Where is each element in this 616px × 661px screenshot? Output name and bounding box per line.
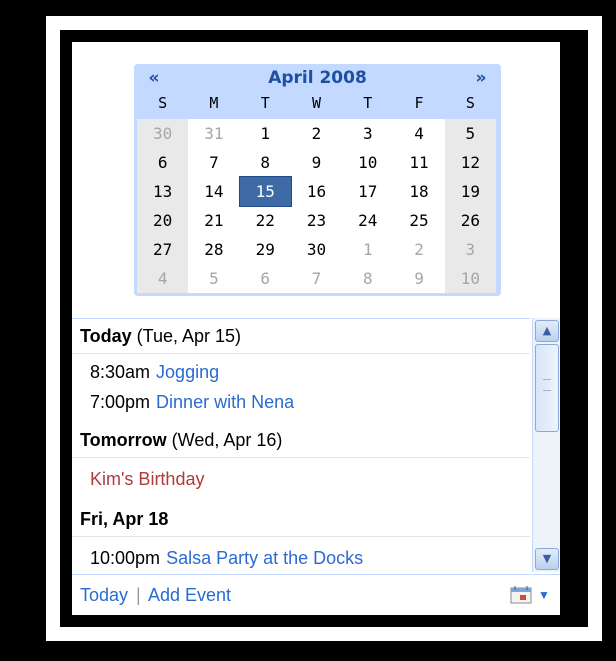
calendar-day[interactable]: 20	[137, 206, 189, 235]
days-of-week-row: SMTWTFS	[137, 94, 496, 116]
calendar-day[interactable]: 7	[188, 148, 239, 177]
calendar-day[interactable]: 31	[188, 119, 239, 148]
day-of-week-label: F	[414, 94, 424, 112]
today-date: (Tue, Apr 15)	[131, 326, 242, 346]
agenda-event[interactable]: Kim's Birthday	[72, 464, 530, 494]
gadget-footer: Today | Add Event ▼	[72, 574, 560, 615]
calendar-day[interactable]: 2	[291, 119, 342, 148]
event-title-link[interactable]: Dinner with Nena	[156, 392, 294, 412]
calendar-day[interactable]: 5	[188, 264, 239, 293]
add-event-link[interactable]: Add Event	[148, 585, 231, 606]
chevron-down-icon: ▼	[542, 552, 552, 565]
calendar-day[interactable]: 13	[137, 177, 189, 206]
calendar-day[interactable]: 6	[240, 264, 291, 293]
agenda-event[interactable]: 10:00pm Salsa Party at the Docks	[72, 543, 530, 573]
link-separator: |	[136, 585, 141, 605]
tomorrow-heading: Tomorrow	[80, 430, 167, 450]
fri-heading: Fri, Apr 18	[80, 509, 169, 529]
day-of-week-label: M	[209, 94, 219, 112]
agenda-event[interactable]: 8:30am Jogging	[72, 357, 530, 387]
calendar-day[interactable]: 30	[137, 119, 189, 148]
calendar-day[interactable]: 1	[240, 119, 291, 148]
month-title: April 2008	[268, 68, 367, 88]
calendar-header: « April 2008 »	[134, 64, 501, 92]
calendar-grid: 30 31 1 2 3 4 5 6 7 8 9 10 11 12 13 14 15 16 17 18 19 20 21 22 2…	[137, 119, 496, 293]
grip-icon	[543, 379, 551, 391]
calendar-icon[interactable]	[510, 586, 534, 604]
calendar-day-today[interactable]: 15	[238, 176, 292, 207]
calendar-day[interactable]: 29	[240, 235, 291, 264]
calendar-day[interactable]: 9	[291, 148, 342, 177]
event-time: 7:00pm	[90, 392, 151, 412]
today-link[interactable]: Today	[80, 585, 128, 606]
day-of-week-label: T	[260, 94, 270, 112]
agenda-day-header-today: Today (Tue, Apr 15)	[72, 319, 530, 354]
calendar-day[interactable]: 30	[291, 235, 342, 264]
calendar-day[interactable]: 6	[137, 148, 189, 177]
birthday-event-link[interactable]: Kim's Birthday	[90, 469, 204, 489]
calendar-day[interactable]: 1	[342, 235, 393, 264]
day-of-week-label: W	[311, 94, 321, 112]
agenda-day-header-fri: Fri, Apr 18	[72, 502, 530, 537]
calendar-day[interactable]: 8	[240, 148, 291, 177]
calendar-day[interactable]: 28	[188, 235, 239, 264]
calendar-day[interactable]: 10	[444, 264, 496, 293]
agenda-list: Today (Tue, Apr 15) 8:30am Jogging 7:00pm…	[72, 318, 530, 573]
calendar-day[interactable]: 5	[444, 119, 496, 148]
scroll-down-button[interactable]: ▼	[535, 548, 559, 570]
calendar-day[interactable]: 27	[137, 235, 189, 264]
calendar-day[interactable]: 22	[240, 206, 291, 235]
calendar-day[interactable]: 19	[444, 177, 496, 206]
event-title-link[interactable]: Jogging	[156, 362, 219, 382]
calendar-day[interactable]: 4	[137, 264, 189, 293]
scrollbar-thumb[interactable]	[535, 344, 559, 432]
calendar-day[interactable]: 2	[393, 235, 444, 264]
calendar-day[interactable]: 26	[444, 206, 496, 235]
calendar-day[interactable]: 4	[393, 119, 444, 148]
calendar-day[interactable]: 3	[342, 119, 393, 148]
calendar-day[interactable]: 21	[188, 206, 239, 235]
calendar-day[interactable]: 17	[342, 177, 393, 206]
scroll-up-button[interactable]: ▲	[535, 320, 559, 342]
calendar-day[interactable]: 23	[291, 206, 342, 235]
calendar-day[interactable]: 18	[393, 177, 444, 206]
event-time: 8:30am	[90, 362, 151, 382]
agenda-scrollbar[interactable]: ▲ ▼	[532, 318, 560, 572]
calendar-day[interactable]: 24	[342, 206, 393, 235]
calendar-day[interactable]: 12	[444, 148, 496, 177]
calendar-day[interactable]: 8	[342, 264, 393, 293]
agenda-event[interactable]: 7:00pm Dinner with Nena	[72, 387, 530, 417]
calendar-day[interactable]: 25	[393, 206, 444, 235]
calendar-gadget: « April 2008 » SMTWTFS 30 31 1 2 3 4 5 6 7 8 9 10 11…	[72, 42, 560, 615]
chevron-up-icon: ▲	[542, 324, 552, 337]
event-time: 10:00pm	[90, 548, 161, 568]
calendar-day[interactable]: 9	[393, 264, 444, 293]
next-month-button[interactable]: »	[469, 67, 493, 89]
agenda-day-header-tomorrow: Tomorrow (Wed, Apr 16)	[72, 423, 530, 458]
calendar-day[interactable]: 3	[444, 235, 496, 264]
tomorrow-date: (Wed, Apr 16)	[166, 430, 283, 450]
event-title-link[interactable]: Salsa Party at the Docks	[166, 548, 363, 568]
calendar-day[interactable]: 10	[342, 148, 393, 177]
mini-calendar: « April 2008 » SMTWTFS 30 31 1 2 3 4 5 6 7 8 9 10 11…	[134, 64, 501, 296]
calendar-day[interactable]: 14	[188, 177, 239, 206]
today-heading: Today	[80, 326, 132, 346]
day-of-week-label: S	[465, 94, 475, 112]
caret-down-icon[interactable]: ▼	[538, 588, 550, 602]
day-of-week-label: T	[363, 94, 373, 112]
calendar-day[interactable]: 16	[291, 177, 342, 206]
day-of-week-label: S	[158, 94, 168, 112]
calendar-day[interactable]: 7	[291, 264, 342, 293]
calendar-day[interactable]: 11	[393, 148, 444, 177]
